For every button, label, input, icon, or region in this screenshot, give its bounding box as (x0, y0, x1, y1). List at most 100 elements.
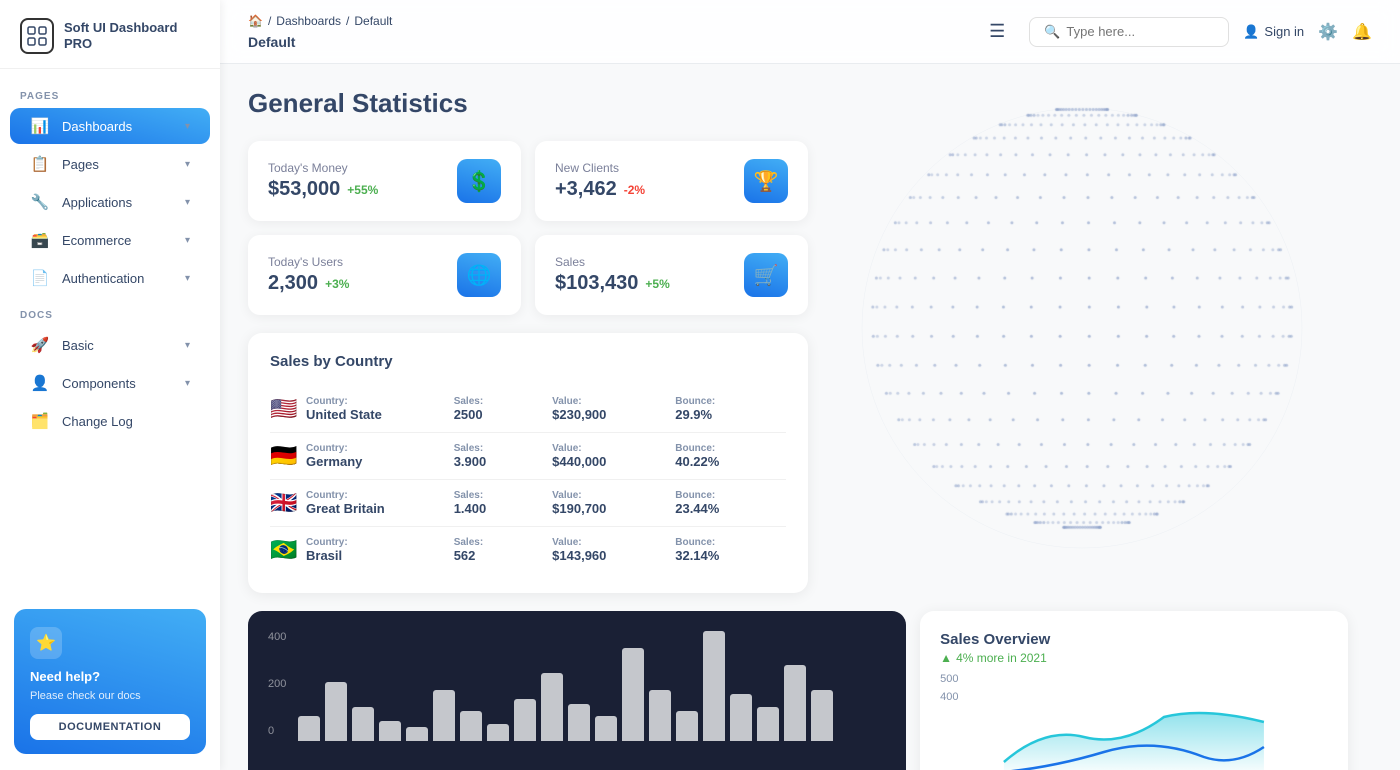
bar-chart-bar (487, 724, 509, 741)
stat-info-users: Today's Users 2,300 +3% (268, 255, 349, 295)
sales-overview-chart (940, 707, 1328, 770)
bounce-gb: 23.44% (675, 501, 786, 516)
chart-y-400: 400 (268, 631, 286, 643)
docs-section-label: DOCS (0, 298, 220, 325)
sidebar-item-applications[interactable]: 🔧 Applications ▾ (10, 184, 210, 220)
flag-gb: 🇬🇧 (270, 490, 306, 516)
stat-card-sales: Sales $103,430 +5% 🛒 (535, 235, 808, 315)
bounce-de: 40.22% (675, 454, 786, 469)
stat-value-money: $53,000 +55% (268, 178, 378, 201)
sidebar-item-authentication[interactable]: 📄 Authentication ▾ (10, 260, 210, 296)
sidebar-item-ecommerce[interactable]: 🗃️ Ecommerce ▾ (10, 222, 210, 258)
stats-row: Today's Money $53,000 +55% 💲 New Clients (248, 141, 808, 315)
help-title: Need help? (30, 669, 100, 684)
bar-chart-bar (622, 648, 644, 741)
stat-number-users: 2,300 (268, 272, 318, 295)
chart-y-0: 0 (268, 725, 286, 737)
settings-icon[interactable]: ⚙️ (1318, 22, 1338, 42)
documentation-button[interactable]: DOCUMENTATION (30, 714, 190, 740)
bar-chart-bar (649, 690, 671, 741)
breadcrumb-sep2: / (346, 14, 349, 28)
bar-chart-bar (784, 665, 806, 741)
bar-chart-bar (703, 631, 725, 741)
bar-chart-bar (379, 721, 401, 741)
bar-chart-bar (460, 711, 482, 741)
stat-icon-money: 💲 (457, 159, 501, 203)
stat-badge-clients: -2% (624, 183, 645, 197)
sidebar-item-applications-label: Applications (62, 195, 173, 210)
user-icon: 👤 (1243, 24, 1259, 40)
breadcrumb-sep1: / (268, 14, 271, 28)
value-us: $230,900 (552, 407, 675, 422)
sales-de: 3.900 (454, 454, 552, 469)
search-icon: 🔍 (1044, 24, 1060, 40)
stat-label-sales: Sales (555, 255, 670, 269)
signin-button[interactable]: 👤 Sign in (1243, 24, 1304, 40)
pages-arrow: ▾ (185, 159, 190, 170)
sidebar-item-pages[interactable]: 📋 Pages ▾ (10, 146, 210, 182)
ecommerce-icon: 🗃️ (30, 231, 50, 249)
authentication-icon: 📄 (30, 269, 50, 287)
basic-arrow: ▾ (185, 340, 190, 351)
signin-label: Sign in (1264, 24, 1304, 39)
stat-icon-clients: 🏆 (744, 159, 788, 203)
basic-icon: 🚀 (30, 336, 50, 354)
breadcrumb-dashboards[interactable]: Dashboards (276, 14, 341, 28)
bar-chart-bar (298, 716, 320, 741)
app-name: Soft UI Dashboard PRO (64, 20, 200, 51)
value-de: $440,000 (552, 454, 675, 469)
bar-chart-bar (325, 682, 347, 741)
country-row-gb: 🇬🇧 Country: Great Britain Sales: 1.400 V… (270, 480, 786, 527)
value-br: $143,960 (552, 548, 675, 563)
sidebar-logo: Soft UI Dashboard PRO (0, 0, 220, 69)
content-inner: General Statistics Today's Money $53,000… (248, 88, 1372, 770)
authentication-arrow: ▾ (185, 273, 190, 284)
country-name-br: Brasil (306, 548, 454, 563)
logo-icon (20, 18, 54, 54)
sidebar-item-basic[interactable]: 🚀 Basic ▾ (10, 327, 210, 363)
stat-label-money: Today's Money (268, 161, 378, 175)
menu-icon[interactable]: ☰ (989, 21, 1005, 42)
sidebar-item-components[interactable]: 👤 Components ▾ (10, 365, 210, 401)
bar-chart-bar (811, 690, 833, 741)
sales-us: 2500 (454, 407, 552, 422)
sales-by-country-title: Sales by Country (270, 353, 786, 370)
notification-icon[interactable]: 🔔 (1352, 22, 1372, 42)
country-row-br: 🇧🇷 Country: Brasil Sales: 562 Value: $14… (270, 527, 786, 573)
country-name-us: United State (306, 407, 454, 422)
sales-by-country-card: Sales by Country 🇺🇸 Country: United Stat… (248, 333, 808, 593)
country-name-gb: Great Britain (306, 501, 454, 516)
stat-info-clients: New Clients +3,462 -2% (555, 161, 645, 201)
applications-arrow: ▾ (185, 197, 190, 208)
stat-badge-users: +3% (325, 277, 349, 291)
stat-number-money: $53,000 (268, 178, 340, 201)
stat-card-users: Today's Users 2,300 +3% 🌐 (248, 235, 521, 315)
country-name-de: Germany (306, 454, 454, 469)
changelog-icon: 🗂️ (30, 412, 50, 430)
sidebar-item-authentication-label: Authentication (62, 271, 173, 286)
value-gb: $190,700 (552, 501, 675, 516)
sidebar-item-changelog[interactable]: 🗂️ Change Log (10, 403, 210, 439)
breadcrumb: 🏠 / Dashboards / Default Default (248, 14, 965, 50)
stat-card-clients: New Clients +3,462 -2% 🏆 (535, 141, 808, 221)
sales-overview-badge: ▲ 4% more in 2021 (940, 651, 1328, 665)
dashboards-arrow: ▾ (185, 121, 190, 132)
sidebar: Soft UI Dashboard PRO PAGES 📊 Dashboards… (0, 0, 220, 770)
help-subtitle: Please check our docs (30, 690, 141, 702)
bar-chart-bar (433, 690, 455, 741)
bar-chart-bar (676, 711, 698, 741)
search-box: 🔍 (1029, 17, 1229, 47)
help-card: ⭐ Need help? Please check our docs DOCUM… (14, 609, 206, 754)
sales-overview-title: Sales Overview (940, 631, 1328, 648)
ecommerce-arrow: ▾ (185, 235, 190, 246)
stat-info-sales: Sales $103,430 +5% (555, 255, 670, 295)
help-star-icon: ⭐ (30, 627, 62, 659)
page-header-title: Default (248, 34, 295, 50)
trend-up-icon: ▲ (940, 651, 952, 665)
sidebar-item-changelog-label: Change Log (62, 414, 190, 429)
sidebar-item-components-label: Components (62, 376, 173, 391)
sidebar-item-dashboards[interactable]: 📊 Dashboards ▾ (10, 108, 210, 144)
content-area: General Statistics Today's Money $53,000… (220, 64, 1400, 770)
bar-chart-bar (352, 707, 374, 741)
search-input[interactable] (1066, 24, 1206, 39)
